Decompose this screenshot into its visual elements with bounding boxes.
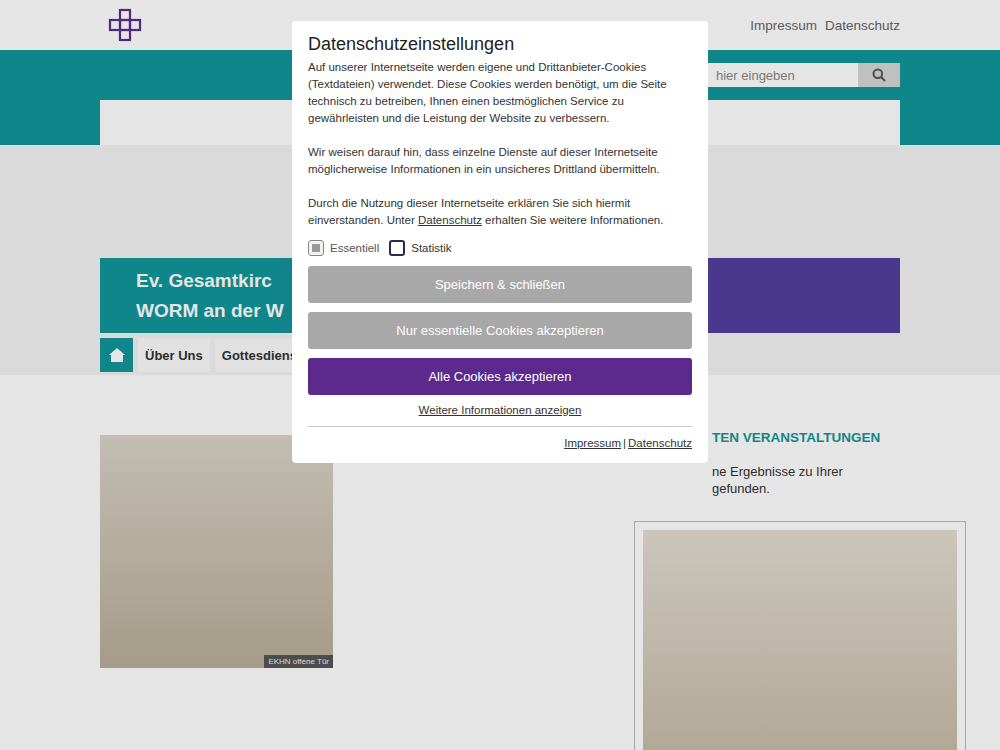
dialog-title: Datenschutzeinstellungen [308,33,692,55]
footer-link[interactable]: Impressum [564,437,621,449]
page: ImpressumDatenschutzEv. GesamtkircWORM a… [0,0,1000,750]
dialog-footer: Impressum|Datenschutz [308,437,692,449]
footer-link[interactable]: Datenschutz [628,437,692,449]
cookie-checkbox[interactable]: Statistik [389,240,451,256]
more-info-link[interactable]: Weitere Informationen anzeigen [419,404,582,416]
consent-text: Durch die Nutzung dieser Internetseite e… [308,195,692,229]
dialog-text: Wir weisen darauf hin, dass einzelne Die… [308,144,692,178]
consent-button[interactable]: Nur essentielle Cookies akzeptieren [308,312,692,349]
consent-button[interactable]: Speichern & schließen [308,266,692,303]
cookie-checkbox[interactable]: Essentiell [308,240,379,256]
consent-button[interactable]: Alle Cookies akzeptieren [308,358,692,395]
cookie-dialog: Datenschutzeinstellungen Auf unserer Inte… [292,21,708,463]
checkbox-box[interactable] [389,240,405,256]
checkbox-box[interactable] [308,240,324,256]
dialog-text: Auf unserer Internetseite werden eigene … [308,59,692,127]
cookie-options: Essentiell Statistik [308,240,692,256]
modal-backdrop: Datenschutzeinstellungen Auf unserer Inte… [0,0,1000,750]
privacy-link[interactable]: Datenschutz [418,214,482,226]
